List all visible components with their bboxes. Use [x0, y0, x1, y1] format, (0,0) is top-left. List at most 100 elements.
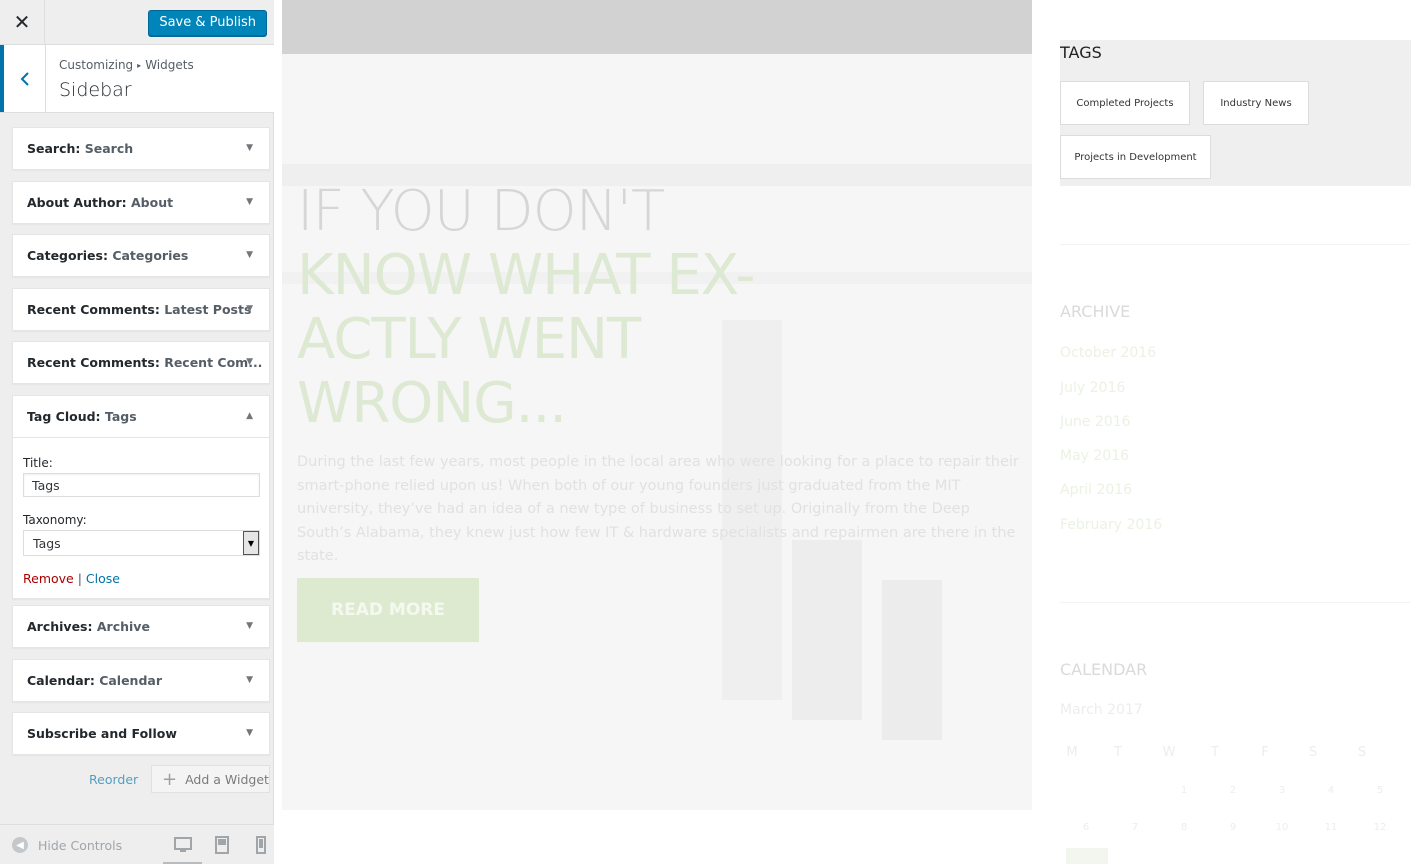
tablet-icon[interactable]: [212, 835, 232, 855]
expand-arrow-icon[interactable]: ▼: [246, 143, 253, 153]
close-link[interactable]: Close: [86, 571, 120, 586]
add-widget-button[interactable]: + Add a Widget: [151, 765, 270, 793]
hero-title-light: IF YOU DON'T: [297, 179, 665, 244]
expand-arrow-icon[interactable]: ▼: [246, 728, 253, 738]
tag-link[interactable]: Industry News: [1203, 81, 1309, 125]
tags-title: TAGS: [1060, 43, 1102, 62]
customizer-panel: ✕ Save & Publish Customizing ▸ Widgets Sid…: [0, 0, 274, 864]
calendar-day: 7: [1131, 822, 1139, 833]
widget-type: Archives: [27, 619, 88, 634]
widget-name: Calendar: [99, 673, 163, 688]
calendar-day: 2: [1229, 785, 1237, 796]
archive-link[interactable]: June 2016: [1060, 414, 1131, 430]
archive-link[interactable]: February 2016: [1060, 517, 1162, 533]
calendar-day: 3: [1278, 785, 1286, 796]
taxonomy-selected: Tags: [33, 536, 61, 551]
breadcrumb: Customizing ▸ Widgets: [59, 58, 194, 72]
add-widget-label: Add a Widget: [185, 771, 269, 787]
widget-type: Calendar: [27, 673, 90, 688]
widget-name: Categories: [112, 248, 189, 263]
calendar-today-highlight: [1066, 848, 1108, 864]
archive-link[interactable]: May 2016: [1060, 448, 1129, 464]
save-publish-button[interactable]: Save & Publish: [148, 10, 267, 36]
widget-type: Subscribe and Follow: [27, 726, 177, 741]
calendar-weekday: W: [1162, 745, 1176, 760]
chevron-left-icon: [20, 71, 29, 86]
customizer-header: ✕ Save & Publish: [0, 0, 274, 45]
calendar-day: 11: [1324, 822, 1338, 833]
expand-arrow-icon[interactable]: ▼: [246, 357, 253, 367]
widget-name: About: [131, 195, 174, 210]
calendar-day: 8: [1180, 822, 1188, 833]
calendar-day: 1: [1180, 785, 1188, 796]
widget-type: Search: [27, 141, 76, 156]
site-preview: IF YOU DON'T KNOW WHAT EX- ACTLY WENT WR…: [275, 0, 1419, 864]
expand-arrow-icon[interactable]: ▼: [246, 197, 253, 207]
widget-about-author[interactable]: About Author: About ▼: [12, 181, 270, 224]
calendar-day: 10: [1275, 822, 1289, 833]
plus-icon: +: [162, 768, 178, 790]
widget-categories[interactable]: Categories: Categories ▼: [12, 234, 270, 277]
tag-link[interactable]: Completed Projects: [1060, 81, 1190, 125]
breadcrumb-parent: Customizing: [59, 58, 134, 72]
widget-type: About Author: [27, 195, 122, 210]
title-label: Title:: [23, 456, 53, 470]
calendar-day: 6: [1082, 822, 1090, 833]
archive-title: ARCHIVE: [1060, 302, 1131, 321]
expand-arrow-icon[interactable]: ▼: [246, 675, 253, 685]
tag-cloud-form: Title: Taxonomy: Tags ▼ Remove | Close: [13, 437, 269, 598]
expand-arrow-icon[interactable]: ▼: [246, 304, 253, 314]
calendar-day: 5: [1376, 785, 1384, 796]
widget-type: Categories: [27, 248, 103, 263]
close-customizer-button[interactable]: ✕: [0, 0, 45, 45]
collapse-arrow-icon[interactable]: ▲: [246, 411, 253, 421]
widget-recent-comments[interactable]: Recent Comments: Recent Com... ▼: [12, 341, 270, 384]
archive-link[interactable]: October 2016: [1060, 345, 1156, 361]
archive-link[interactable]: July 2016: [1060, 380, 1125, 396]
breadcrumb-separator: ▸: [137, 61, 142, 70]
mobile-icon[interactable]: [251, 835, 271, 855]
widget-recent-comments-latest[interactable]: Recent Comments: Latest Posts ▼: [12, 288, 270, 331]
expand-arrow-icon[interactable]: ▼: [246, 250, 253, 260]
archive-link[interactable]: April 2016: [1060, 482, 1132, 498]
taxonomy-select[interactable]: Tags ▼: [23, 530, 260, 556]
calendar-weekday: F: [1261, 745, 1269, 760]
breadcrumb-current: Widgets: [145, 58, 194, 72]
calendar-weekday: S: [1308, 745, 1318, 760]
widget-calendar[interactable]: Calendar: Calendar ▼: [12, 659, 270, 702]
widget-type: Recent Comments: [27, 302, 155, 317]
remove-link[interactable]: Remove: [23, 571, 74, 586]
link-separator: |: [77, 571, 82, 586]
divider: [1060, 244, 1410, 245]
calendar-weekday: T: [1114, 745, 1122, 760]
widget-controls: Remove | Close: [23, 571, 259, 586]
hide-controls-button[interactable]: ◀ Hide Controls: [12, 837, 122, 853]
back-button[interactable]: [0, 45, 46, 112]
dropdown-arrow-icon[interactable]: ▼: [243, 531, 259, 555]
tag-link[interactable]: Projects in Development: [1060, 135, 1211, 179]
calendar-day: 12: [1373, 822, 1387, 833]
collapse-icon: ◀: [12, 837, 28, 853]
calendar-month: March 2017: [1060, 702, 1143, 718]
widget-archives[interactable]: Archives: Archive ▼: [12, 605, 270, 648]
calendar-day: 4: [1327, 785, 1335, 796]
widget-search[interactable]: Search: Search ▼: [12, 127, 270, 170]
widget-name: Latest Posts: [164, 302, 252, 317]
widget-subscribe-follow[interactable]: Subscribe and Follow ▼: [12, 712, 270, 755]
hide-controls-label: Hide Controls: [38, 837, 123, 853]
close-icon: ✕: [13, 12, 31, 34]
reorder-link[interactable]: Reorder: [89, 772, 138, 787]
calendar-title: CALENDAR: [1060, 660, 1148, 679]
title-field[interactable]: [23, 473, 260, 497]
customizer-footer: ◀ Hide Controls: [0, 824, 274, 864]
widget-tag-cloud[interactable]: Tag Cloud: Tags▲ Title: Taxonomy: Tags ▼…: [12, 395, 270, 599]
widget-name: Search: [84, 141, 134, 156]
section-title: Sidebar: [59, 79, 132, 101]
hero-top-bar: [282, 0, 1032, 54]
expand-arrow-icon[interactable]: ▼: [246, 621, 253, 631]
read-more-button[interactable]: READ MORE: [297, 578, 479, 642]
widget-type: Recent Comments: [27, 355, 155, 370]
taxonomy-label: Taxonomy:: [23, 513, 87, 527]
tags-widget: TAGS Completed Projects Industry News Pr…: [1060, 40, 1411, 186]
desktop-icon[interactable]: [173, 835, 193, 855]
